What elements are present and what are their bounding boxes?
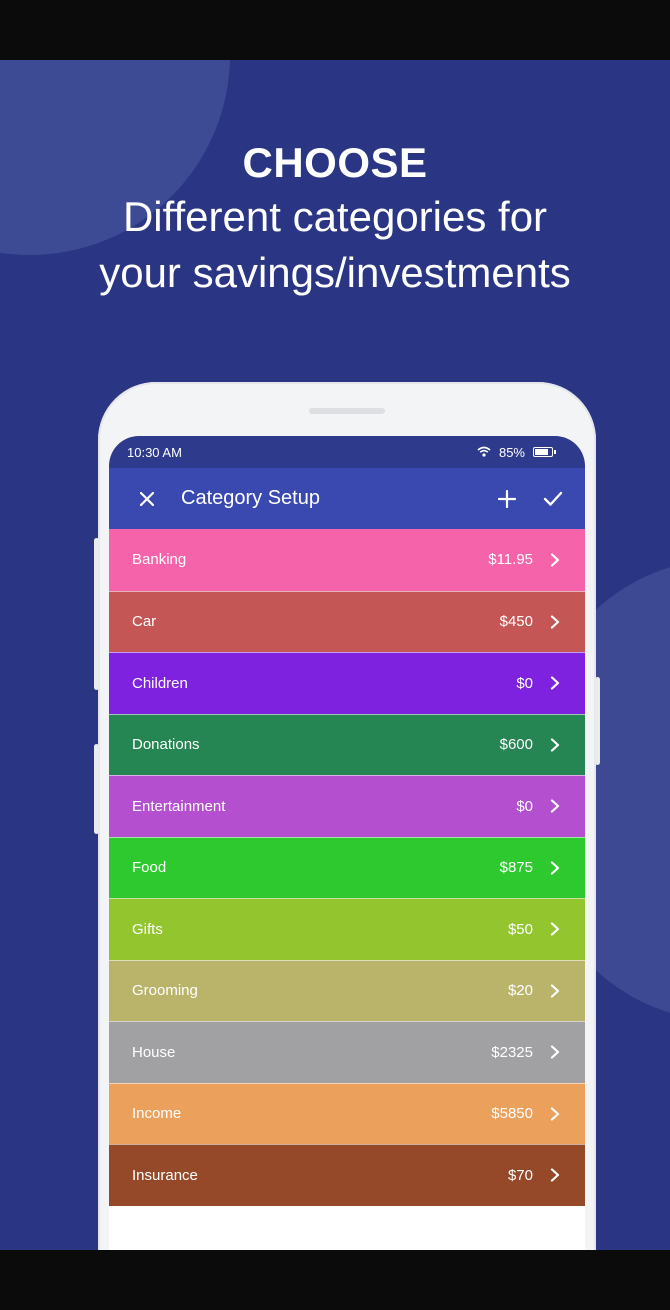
- category-name: Donations: [132, 736, 200, 754]
- phone-mockup: 10:30 AM 85% Category Setup Banking $11.…: [94, 382, 600, 1250]
- close-icon[interactable]: [131, 483, 163, 515]
- chevron-right-icon: [547, 614, 563, 630]
- category-row[interactable]: Income $5850: [109, 1082, 585, 1144]
- chevron-right-icon: [547, 737, 563, 753]
- category-row[interactable]: Children $0: [109, 652, 585, 714]
- app-bar-title: Category Setup: [181, 487, 320, 509]
- chevron-right-icon: [547, 1106, 563, 1122]
- category-row[interactable]: House $2325: [109, 1021, 585, 1083]
- battery-percent: 85%: [498, 444, 525, 460]
- category-row[interactable]: Food $875: [109, 836, 585, 898]
- category-amount: $20: [507, 982, 533, 1000]
- phone-side-button: [94, 538, 99, 690]
- category-amount: $0: [516, 797, 533, 815]
- category-amount: $11.95: [488, 551, 533, 569]
- category-name: Car: [132, 613, 157, 631]
- category-amount: $875: [499, 859, 533, 877]
- chevron-right-icon: [547, 921, 563, 937]
- phone-screen: 10:30 AM 85% Category Setup Banking $11.…: [109, 436, 585, 1250]
- category-amount: $450: [499, 613, 533, 631]
- promo-headline: CHOOSE Different categories for your sav…: [0, 138, 670, 300]
- phone-speaker: [309, 408, 385, 414]
- category-row[interactable]: Car $450: [109, 590, 585, 652]
- category-amount: $0: [516, 674, 533, 692]
- category-row[interactable]: Insurance $70: [109, 1144, 585, 1206]
- category-amount: $2325: [491, 1043, 533, 1061]
- category-name: Banking: [132, 551, 187, 569]
- category-row[interactable]: Grooming $20: [109, 959, 585, 1021]
- app-bar: Category Setup: [109, 468, 585, 529]
- category-amount: $600: [499, 736, 533, 754]
- category-amount: $5850: [491, 1105, 533, 1123]
- chevron-right-icon: [547, 1044, 563, 1060]
- plus-icon[interactable]: [491, 483, 523, 515]
- category-name: Grooming: [132, 982, 198, 1000]
- category-list: Banking $11.95 Car $450 Children $0 Donations $…: [109, 529, 585, 1206]
- category-name: Insurance: [132, 1166, 198, 1184]
- category-name: Gifts: [132, 920, 163, 938]
- chevron-right-icon: [547, 675, 563, 691]
- category-row[interactable]: Banking $11.95: [109, 529, 585, 591]
- phone-side-button: [595, 677, 600, 765]
- status-bar: 10:30 AM 85%: [109, 436, 585, 468]
- chevron-right-icon: [547, 860, 563, 876]
- promo-background: CHOOSE Different categories for your sav…: [0, 60, 670, 1250]
- check-icon[interactable]: [537, 483, 569, 515]
- status-icons: 85%: [477, 444, 556, 460]
- category-row[interactable]: Donations $600: [109, 713, 585, 775]
- category-row[interactable]: Entertainment $0: [109, 775, 585, 837]
- phone-side-button: [94, 744, 99, 834]
- chevron-right-icon: [547, 1167, 563, 1183]
- chevron-right-icon: [547, 983, 563, 999]
- headline-line-2: your savings/investments: [99, 249, 571, 296]
- headline-line-1: Different categories for: [122, 193, 548, 240]
- category-name: Income: [132, 1105, 182, 1123]
- wifi-icon: [477, 445, 491, 460]
- category-amount: $50: [507, 920, 533, 938]
- category-name: House: [132, 1043, 176, 1061]
- category-row[interactable]: Gifts $50: [109, 898, 585, 960]
- headline-title: CHOOSE: [242, 139, 428, 186]
- battery-icon: [533, 447, 556, 457]
- status-time: 10:30 AM: [127, 444, 182, 460]
- category-name: Children: [132, 674, 188, 692]
- chevron-right-icon: [547, 798, 563, 814]
- chevron-right-icon: [547, 552, 563, 568]
- category-name: Food: [132, 859, 167, 877]
- category-amount: $70: [507, 1166, 533, 1184]
- category-name: Entertainment: [132, 797, 226, 815]
